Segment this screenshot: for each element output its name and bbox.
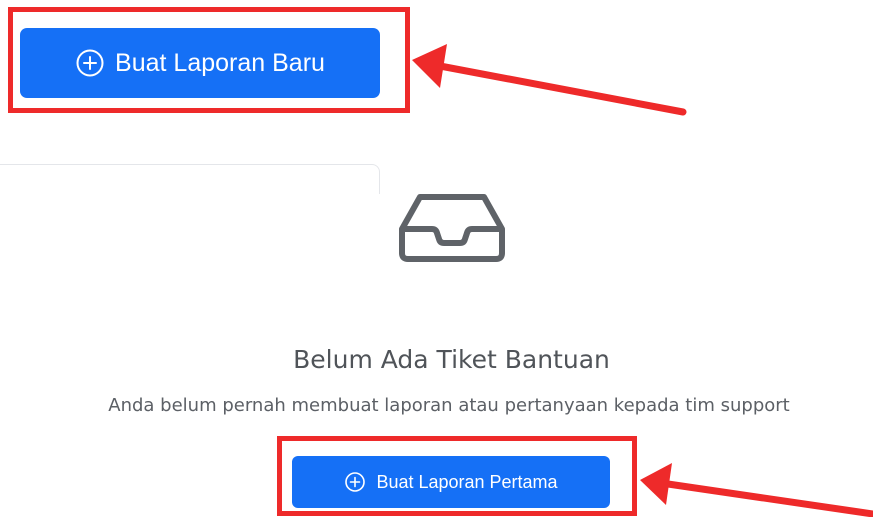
help-tickets-page: Buat Laporan Baru Belum Ada Tiket Bantua… [0,0,873,517]
create-first-report-button[interactable]: Buat Laporan Pertama [292,456,610,508]
arrow-bottom [640,463,873,517]
arrow-top [412,44,687,116]
plus-circle-icon [75,48,105,78]
create-report-button-label: Buat Laporan Baru [115,48,325,77]
empty-state-description: Anda belum pernah membuat laporan atau p… [108,395,790,416]
empty-state-title: Belum Ada Tiket Bantuan [293,345,610,374]
create-report-button[interactable]: Buat Laporan Baru [20,28,380,98]
inbox-icon [396,193,508,263]
create-first-report-button-label: Buat Laporan Pertama [376,471,558,492]
plus-circle-icon [344,471,366,493]
card-border [0,164,380,194]
